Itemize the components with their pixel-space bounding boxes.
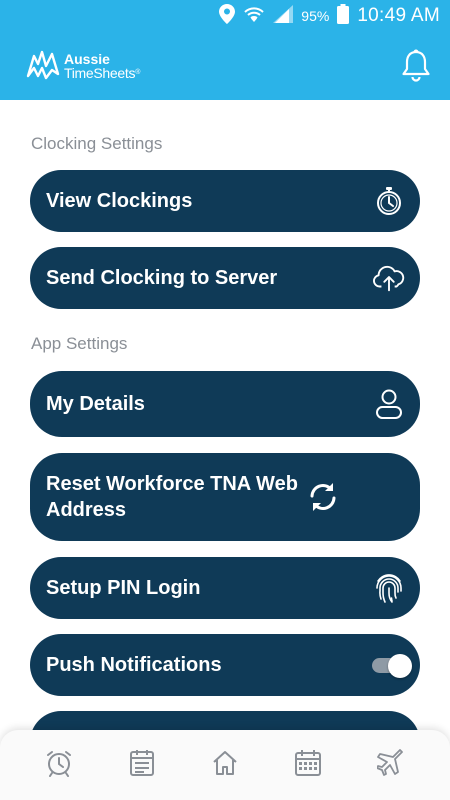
cloud-upload-icon bbox=[372, 261, 406, 295]
push-notifications-label: Push Notifications bbox=[46, 654, 222, 676]
toggle-knob bbox=[388, 654, 412, 678]
status-bar: 95% 10:49 AM bbox=[0, 0, 450, 32]
send-clocking-label: Send Clocking to Server bbox=[46, 267, 278, 289]
reset-web-address-button[interactable]: Reset Workforce TNA Web Address bbox=[30, 453, 420, 541]
timesheet-icon bbox=[129, 749, 155, 782]
notifications-button[interactable] bbox=[398, 48, 434, 84]
push-notifications-row: Push Notifications bbox=[30, 634, 420, 696]
send-clocking-button[interactable]: Send Clocking to Server bbox=[30, 247, 420, 309]
stopwatch-icon bbox=[372, 184, 406, 218]
reset-web-address-label: Reset Workforce TNA Web Address bbox=[46, 473, 298, 521]
bell-icon bbox=[398, 49, 434, 88]
setup-pin-login-label: Setup PIN Login bbox=[46, 577, 201, 599]
home-icon bbox=[211, 749, 239, 782]
nav-calendar-button[interactable] bbox=[288, 745, 328, 785]
section-app-settings: App Settings bbox=[31, 334, 128, 353]
calendar-icon bbox=[294, 749, 322, 782]
battery-percent: 95% bbox=[301, 8, 330, 24]
location-icon bbox=[219, 3, 236, 29]
my-details-label: My Details bbox=[46, 393, 145, 415]
airplane-icon bbox=[375, 748, 405, 782]
wifi-icon bbox=[243, 4, 265, 29]
logo-trademark: ® bbox=[135, 69, 141, 76]
nav-home-button[interactable] bbox=[205, 745, 245, 785]
logo-line1: Aussie bbox=[64, 51, 110, 67]
fingerprint-icon bbox=[372, 571, 406, 605]
nav-timesheet-button[interactable] bbox=[122, 745, 162, 785]
bottom-nav bbox=[0, 730, 450, 800]
push-notifications-toggle[interactable] bbox=[372, 648, 412, 682]
app-bar: Aussie TimeSheets® bbox=[0, 32, 450, 100]
toggle-switch[interactable] bbox=[372, 648, 412, 682]
view-clockings-label: View Clockings bbox=[46, 190, 193, 212]
view-clockings-button[interactable]: View Clockings bbox=[30, 170, 420, 232]
logo-line2: TimeSheets bbox=[64, 65, 136, 81]
my-details-button[interactable]: My Details bbox=[30, 371, 420, 437]
nav-travel-button[interactable] bbox=[371, 745, 411, 785]
nav-clock-button[interactable] bbox=[39, 745, 79, 785]
battery-icon bbox=[337, 3, 350, 29]
signal-icon bbox=[273, 4, 294, 28]
app-logo: Aussie TimeSheets® bbox=[26, 44, 140, 88]
alarm-clock-icon bbox=[45, 749, 73, 782]
aussie-timesheets-logo-icon bbox=[26, 46, 60, 87]
setup-pin-login-button[interactable]: Setup PIN Login bbox=[30, 557, 420, 619]
section-clocking-settings: Clocking Settings bbox=[31, 134, 163, 153]
user-icon bbox=[372, 387, 406, 421]
clock-time: 10:49 AM bbox=[357, 5, 440, 26]
sync-icon bbox=[306, 480, 340, 514]
